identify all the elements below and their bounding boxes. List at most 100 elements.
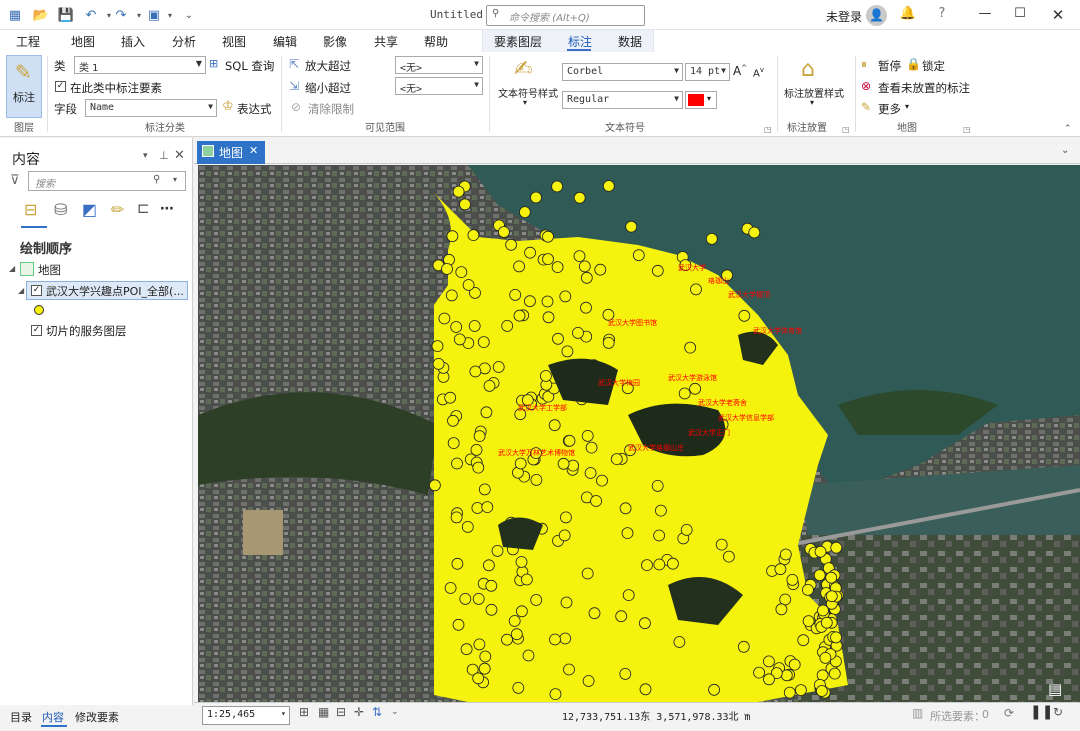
undo-icon[interactable]: ↶: [82, 7, 100, 23]
tab-list-dropdown-icon[interactable]: ⌄: [1061, 145, 1069, 156]
tab-analysis[interactable]: 分析: [172, 33, 196, 50]
increase-font-size-icon[interactable]: A^: [733, 64, 747, 78]
tab-insert[interactable]: 插入: [121, 33, 145, 50]
poi-symbol-icon[interactable]: [34, 305, 44, 315]
poi-point[interactable]: [581, 429, 594, 442]
poi-point[interactable]: [689, 382, 702, 395]
poi-point[interactable]: [480, 406, 493, 419]
text-symbol-style-button[interactable]: ✍ 文本符号样式 ▾: [494, 55, 560, 117]
poi-point[interactable]: [578, 260, 591, 273]
poi-point[interactable]: [509, 288, 522, 301]
poi-point[interactable]: [775, 603, 788, 616]
tree-item-map[interactable]: 地图: [38, 262, 61, 278]
poi-point[interactable]: [594, 263, 607, 276]
customize-toolbar-icon[interactable]: ⌄: [180, 7, 198, 23]
table-icon[interactable]: ⊟: [336, 705, 346, 719]
tab-edit[interactable]: 编辑: [273, 33, 297, 50]
dialog-launcher-icon[interactable]: ◳: [764, 125, 772, 134]
layer-visibility-checkbox[interactable]: ✓: [31, 285, 42, 296]
font-size-select[interactable]: 14 pt ▼: [685, 63, 730, 81]
map-canvas[interactable]: 武汉大学 珞珈山 武汉大学樱顶 武汉大学图书馆 武汉大学体育馆 武汉大学游泳馆 武汉大学梅园…: [198, 165, 1080, 702]
layout-dropdown-icon[interactable]: ▾: [161, 7, 179, 23]
poi-point[interactable]: [817, 604, 829, 617]
poi-point[interactable]: [520, 573, 533, 586]
poi-point[interactable]: [445, 289, 458, 302]
poi-point[interactable]: [501, 319, 514, 332]
poi-point[interactable]: [779, 593, 792, 606]
poi-point[interactable]: [515, 605, 528, 618]
poi-point[interactable]: [450, 321, 463, 333]
poi-point[interactable]: [602, 336, 615, 349]
poi-point[interactable]: [431, 340, 444, 353]
font-family-select[interactable]: Corbel ▼: [562, 63, 683, 81]
poi-point[interactable]: [447, 437, 460, 450]
poi-point[interactable]: [651, 479, 664, 492]
poi-point[interactable]: [559, 511, 572, 524]
poi-point[interactable]: [723, 550, 735, 563]
bottom-tab-modify-features[interactable]: 修改要素: [75, 709, 119, 725]
command-search-input[interactable]: ⚲ 命令搜索 (Alt+Q): [486, 5, 645, 26]
poi-point[interactable]: [558, 529, 571, 542]
decrease-font-size-icon[interactable]: Av: [753, 66, 764, 79]
poi-point[interactable]: [472, 461, 485, 474]
poi-point[interactable]: [483, 379, 496, 392]
filter-icon[interactable]: ⊽: [10, 173, 20, 188]
poi-point[interactable]: [632, 249, 645, 262]
poi-point[interactable]: [580, 271, 593, 284]
poi-point[interactable]: [610, 453, 623, 466]
poi-point[interactable]: [786, 573, 799, 586]
poi-point[interactable]: [473, 638, 486, 651]
poi-point[interactable]: [816, 685, 828, 697]
chevron-down-icon[interactable]: ⌄: [391, 707, 399, 717]
poi-point[interactable]: [638, 617, 651, 630]
poi-point[interactable]: [557, 457, 570, 470]
tab-view[interactable]: 视图: [222, 33, 246, 50]
poi-point[interactable]: [471, 502, 484, 514]
poi-point[interactable]: [470, 443, 483, 456]
poi-point[interactable]: [678, 387, 691, 400]
poi-point[interactable]: [563, 434, 576, 447]
poi-point[interactable]: [473, 430, 486, 443]
poi-point[interactable]: [828, 667, 841, 680]
grid-icon[interactable]: ▦: [318, 705, 329, 719]
poi-point[interactable]: [472, 672, 485, 685]
poi-point[interactable]: [802, 583, 814, 596]
poi-point[interactable]: [450, 511, 463, 524]
field-select[interactable]: Name ▼: [85, 99, 217, 117]
poi-point[interactable]: [788, 658, 801, 671]
poi-point[interactable]: [462, 279, 475, 291]
poi-point[interactable]: [763, 655, 775, 668]
new-project-icon[interactable]: ▦: [6, 7, 24, 23]
label-placement-style-button[interactable]: ⌂ 标注放置样式 ▾: [781, 55, 847, 117]
poi-point[interactable]: [446, 230, 459, 243]
fixed-zoom-icon[interactable]: ⊞: [299, 705, 309, 719]
poi-point[interactable]: [530, 473, 543, 486]
poi-point[interactable]: [639, 683, 652, 696]
dialog-launcher-icon[interactable]: ◳: [963, 125, 971, 134]
poi-point[interactable]: [753, 666, 765, 679]
poi-point[interactable]: [523, 295, 536, 308]
pin-icon[interactable]: ⊥: [159, 149, 169, 162]
dialog-launcher-icon[interactable]: ◳: [842, 125, 850, 134]
poi-point[interactable]: [485, 603, 498, 616]
tab-labeling[interactable]: 标注: [568, 33, 592, 50]
list-by-selection-icon[interactable]: ◩: [82, 200, 97, 219]
poi-point[interactable]: [590, 495, 603, 507]
poi-point[interactable]: [625, 220, 638, 233]
poi-point[interactable]: [552, 332, 564, 345]
tab-project[interactable]: 工程: [16, 33, 40, 50]
poi-point[interactable]: [467, 229, 480, 241]
list-by-source-icon[interactable]: ⛁: [54, 200, 67, 219]
poi-point[interactable]: [468, 320, 481, 332]
poi-point[interactable]: [491, 544, 504, 557]
close-icon[interactable]: ✕: [1048, 6, 1068, 24]
zoom-in-beyond-button[interactable]: 放大超过: [305, 58, 351, 74]
tab-imagery[interactable]: 影像: [323, 33, 347, 50]
close-pane-icon[interactable]: ✕: [174, 148, 185, 163]
view-unplaced-labels-button[interactable]: 查看未放置的标注: [878, 80, 970, 96]
poi-point[interactable]: [561, 345, 574, 358]
poi-point[interactable]: [477, 336, 490, 349]
poi-point[interactable]: [572, 326, 584, 339]
poi-point[interactable]: [748, 226, 761, 239]
lock-button[interactable]: 锁定: [922, 58, 945, 74]
